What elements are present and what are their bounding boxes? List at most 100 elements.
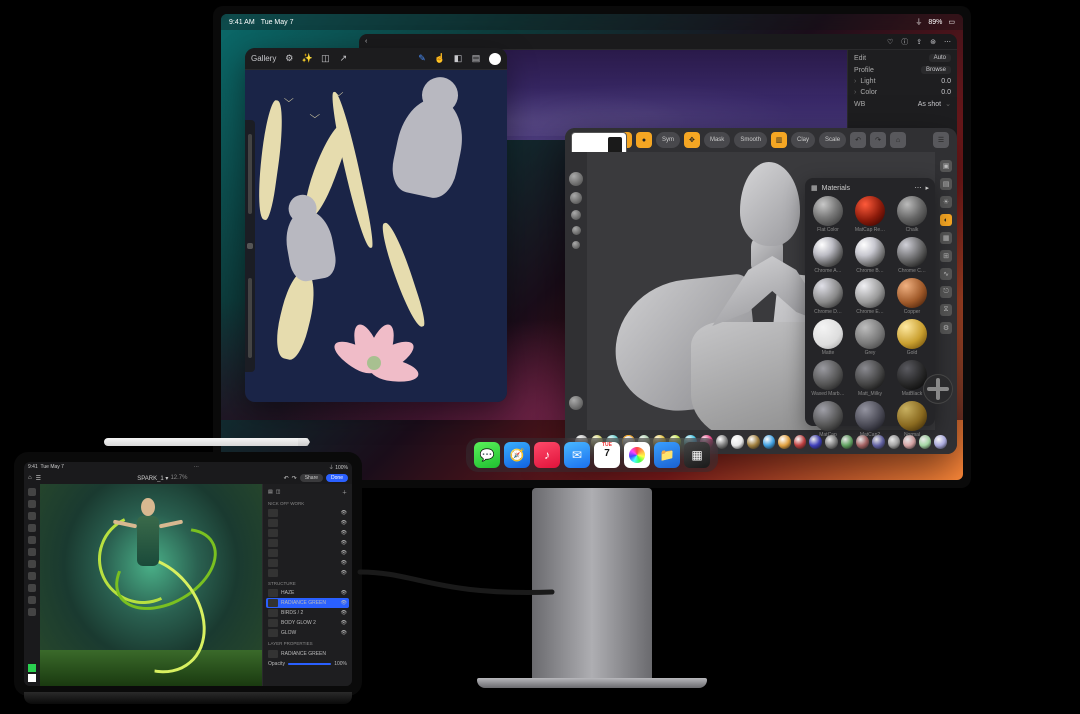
layer-row[interactable]: 👁: [266, 518, 349, 528]
color-label[interactable]: Color: [860, 89, 937, 96]
channels-tab-icon[interactable]: ◫: [276, 489, 281, 496]
fg-color-swatch[interactable]: [28, 664, 36, 672]
browse-button[interactable]: Browse: [921, 66, 951, 74]
ipad-multitask-icon[interactable]: ⋯: [194, 464, 199, 470]
wifi-icon[interactable]: ⏚: [915, 17, 922, 27]
panel-light-icon[interactable]: ☀: [940, 196, 952, 208]
actions-wrench-icon[interactable]: ⚙: [284, 54, 294, 64]
undo-icon[interactable]: ↶: [284, 475, 289, 482]
paint-tool-icon[interactable]: [28, 524, 36, 532]
brush-preview[interactable]: [572, 226, 581, 235]
procreate-left-slider[interactable]: [245, 120, 255, 372]
sculpt-window[interactable]: ＋ ● Sym ✥ Mask Smooth ▥ Clay Scale ↶ ↷ ⌂…: [565, 128, 957, 454]
more-icon[interactable]: ⋯: [914, 184, 921, 192]
zoom-level[interactable]: 12.7%: [170, 475, 187, 481]
panel-scene-icon[interactable]: ▣: [940, 160, 952, 172]
move-tool-icon[interactable]: [28, 488, 36, 496]
music-app[interactable]: ♪: [534, 442, 560, 468]
material-swatch[interactable]: MatCap: [809, 401, 847, 438]
wb-value[interactable]: As shot: [918, 101, 941, 108]
bg-color-swatch[interactable]: [28, 674, 36, 682]
material-swatch[interactable]: Matt_Milky: [851, 360, 889, 397]
tool-pill[interactable]: Clay: [791, 132, 815, 148]
tool-pill[interactable]: Smooth: [734, 132, 767, 148]
material-swatch[interactable]: Chrome B…: [851, 237, 889, 274]
section-header[interactable]: NICK OFF WORK: [266, 498, 349, 508]
text-tool-icon[interactable]: [28, 596, 36, 604]
navigation-puck[interactable]: [923, 374, 953, 404]
section-header[interactable]: STRUCTURE: [266, 578, 349, 588]
panel-layers-icon[interactable]: ▤: [940, 178, 952, 190]
selection-icon[interactable]: ◫: [320, 54, 330, 64]
messages-app[interactable]: 💬: [474, 442, 500, 468]
shelf-material[interactable]: [763, 435, 776, 449]
panel-render-icon[interactable]: ▦: [940, 232, 952, 244]
brush-preview[interactable]: [571, 210, 581, 220]
more-icon[interactable]: ⋯: [944, 38, 951, 46]
material-swatch[interactable]: Chrome A…: [809, 237, 847, 274]
material-swatch[interactable]: Normal: [893, 401, 931, 438]
panel-pressure-icon[interactable]: ⎋: [940, 286, 952, 298]
share-button[interactable]: Share: [300, 474, 323, 482]
panel-settings-icon[interactable]: ⚙: [940, 322, 952, 334]
tool-redo-button[interactable]: ↷: [870, 132, 886, 148]
erase-tool-icon[interactable]: [28, 548, 36, 556]
layer-row[interactable]: RADIANCE GREEN👁: [266, 598, 349, 608]
tool-camera-button[interactable]: ⌂: [890, 132, 906, 148]
material-swatch[interactable]: Chrome D…: [809, 278, 847, 315]
tool-brush-button[interactable]: ●: [636, 132, 652, 148]
back-icon[interactable]: ‹: [365, 38, 367, 45]
brush-preview[interactable]: [569, 172, 583, 186]
layers-tab-icon[interactable]: ▤: [268, 489, 273, 496]
layer-row[interactable]: HAZE👁: [266, 588, 349, 598]
brush-tool-icon[interactable]: [28, 536, 36, 544]
grid-icon[interactable]: ▦: [811, 184, 818, 192]
layer-row[interactable]: 👁: [266, 508, 349, 518]
layer-row[interactable]: BODY GLOW 2👁: [266, 618, 349, 628]
panel-material-icon[interactable]: ◐: [940, 214, 952, 226]
shape-tool-icon[interactable]: [28, 584, 36, 592]
brush-size-slider[interactable]: [248, 134, 252, 214]
adjust-wand-icon[interactable]: ✨: [302, 54, 312, 64]
favorite-icon[interactable]: ♡: [887, 38, 893, 46]
brush-preview[interactable]: [572, 241, 580, 249]
material-swatch[interactable]: Copper: [893, 278, 931, 315]
shelf-material[interactable]: [747, 435, 760, 449]
layers-panel[interactable]: ▤ ◫ ＋ NICK OFF WORK 👁👁👁👁👁👁👁 STRUCTURE HA…: [262, 484, 352, 686]
home-icon[interactable]: ⌂: [28, 475, 32, 481]
shelf-material[interactable]: [778, 435, 791, 449]
eraser-icon[interactable]: ◧: [453, 54, 463, 64]
tool-undo-button[interactable]: ↶: [850, 132, 866, 148]
files-app[interactable]: 📁: [654, 442, 680, 468]
tool-move-button[interactable]: ✥: [684, 132, 700, 148]
add-layer-icon[interactable]: ＋: [342, 489, 347, 496]
auto-button[interactable]: Auto: [929, 54, 951, 62]
brush-preview[interactable]: [569, 396, 583, 410]
materials-panel[interactable]: ▦ Materials ⋯ ▸ Flat ColorMatCap Re…Chal…: [805, 178, 935, 426]
modify-button[interactable]: [247, 243, 253, 249]
layer-row[interactable]: 👁: [266, 528, 349, 538]
smudge-icon[interactable]: ☝: [435, 54, 445, 64]
share-icon[interactable]: ⇪: [916, 38, 922, 46]
material-swatch[interactable]: Chalk: [893, 196, 931, 233]
material-swatch[interactable]: MatCap Re…: [851, 196, 889, 233]
brush-opacity-slider[interactable]: [248, 278, 252, 358]
panel-symmetry-icon[interactable]: ⧖: [940, 304, 952, 316]
transform-tool-icon[interactable]: [28, 500, 36, 508]
chevron-down-icon[interactable]: ⌄: [945, 100, 951, 108]
redo-icon[interactable]: ↷: [292, 475, 297, 482]
layer-row[interactable]: 👁: [266, 568, 349, 578]
layer-row[interactable]: 👁: [266, 548, 349, 558]
lasso-tool-icon[interactable]: [28, 512, 36, 520]
layer-row[interactable]: 👁: [266, 558, 349, 568]
tool-symmetry-button[interactable]: ▥: [771, 132, 787, 148]
material-swatch[interactable]: Flat Color: [809, 196, 847, 233]
paint-canvas[interactable]: [40, 484, 262, 686]
panel-stroke-icon[interactable]: ∿: [940, 268, 952, 280]
photos-app[interactable]: [624, 442, 650, 468]
tool-pill[interactable]: Mask: [704, 132, 730, 148]
picker-tool-icon[interactable]: [28, 608, 36, 616]
tool-pill[interactable]: Sym: [656, 132, 680, 148]
procreate-window[interactable]: Gallery ⚙ ✨ ◫ ↗ ✎ ☝ ◧ ▤: [245, 48, 507, 402]
color-swatch[interactable]: [489, 53, 501, 65]
